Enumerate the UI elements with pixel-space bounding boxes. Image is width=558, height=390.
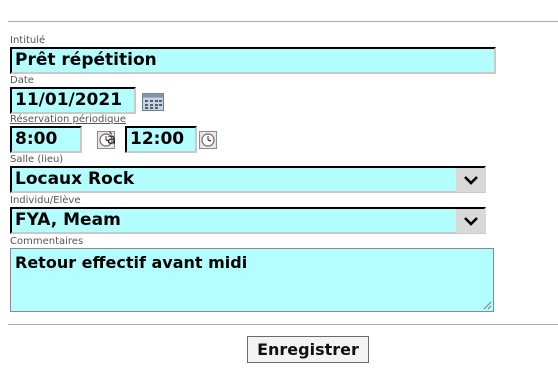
individu-select[interactable]: FYA, Meam [10,207,486,234]
clock-icon[interactable] [199,131,217,149]
bottom-divider [8,324,558,325]
end-time-input[interactable]: 12:00 [125,126,197,153]
commentaires-textarea[interactable]: Retour effectif avant midi [10,248,494,312]
date-label: Date [10,75,34,86]
salle-dropdown-toggle[interactable] [456,168,486,192]
individu-dropdown-toggle[interactable] [456,209,486,233]
calendar-icon[interactable] [142,93,164,111]
individu-label: Individu/Elève [10,195,81,206]
save-button[interactable]: Enregistrer [247,336,369,363]
chevron-down-icon [464,217,478,226]
salle-label: Salle (lieu) [10,154,64,165]
salle-select[interactable]: Locaux Rock [10,166,486,193]
commentaires-label: Commentaires [10,236,84,247]
resize-handle-icon[interactable] [482,300,492,310]
top-divider [8,21,558,22]
date-input[interactable]: 11/01/2021 [10,87,136,114]
time-separator: à [107,130,117,148]
commentaires-text: Retour effectif avant midi [15,253,248,272]
reservation-label: Réservation périodique [10,114,126,125]
intitule-input[interactable]: Prêt répétition [10,47,496,74]
start-time-input[interactable]: 8:00 [10,126,82,153]
intitule-label: Intitulé [10,35,46,46]
chevron-down-icon [464,176,478,185]
